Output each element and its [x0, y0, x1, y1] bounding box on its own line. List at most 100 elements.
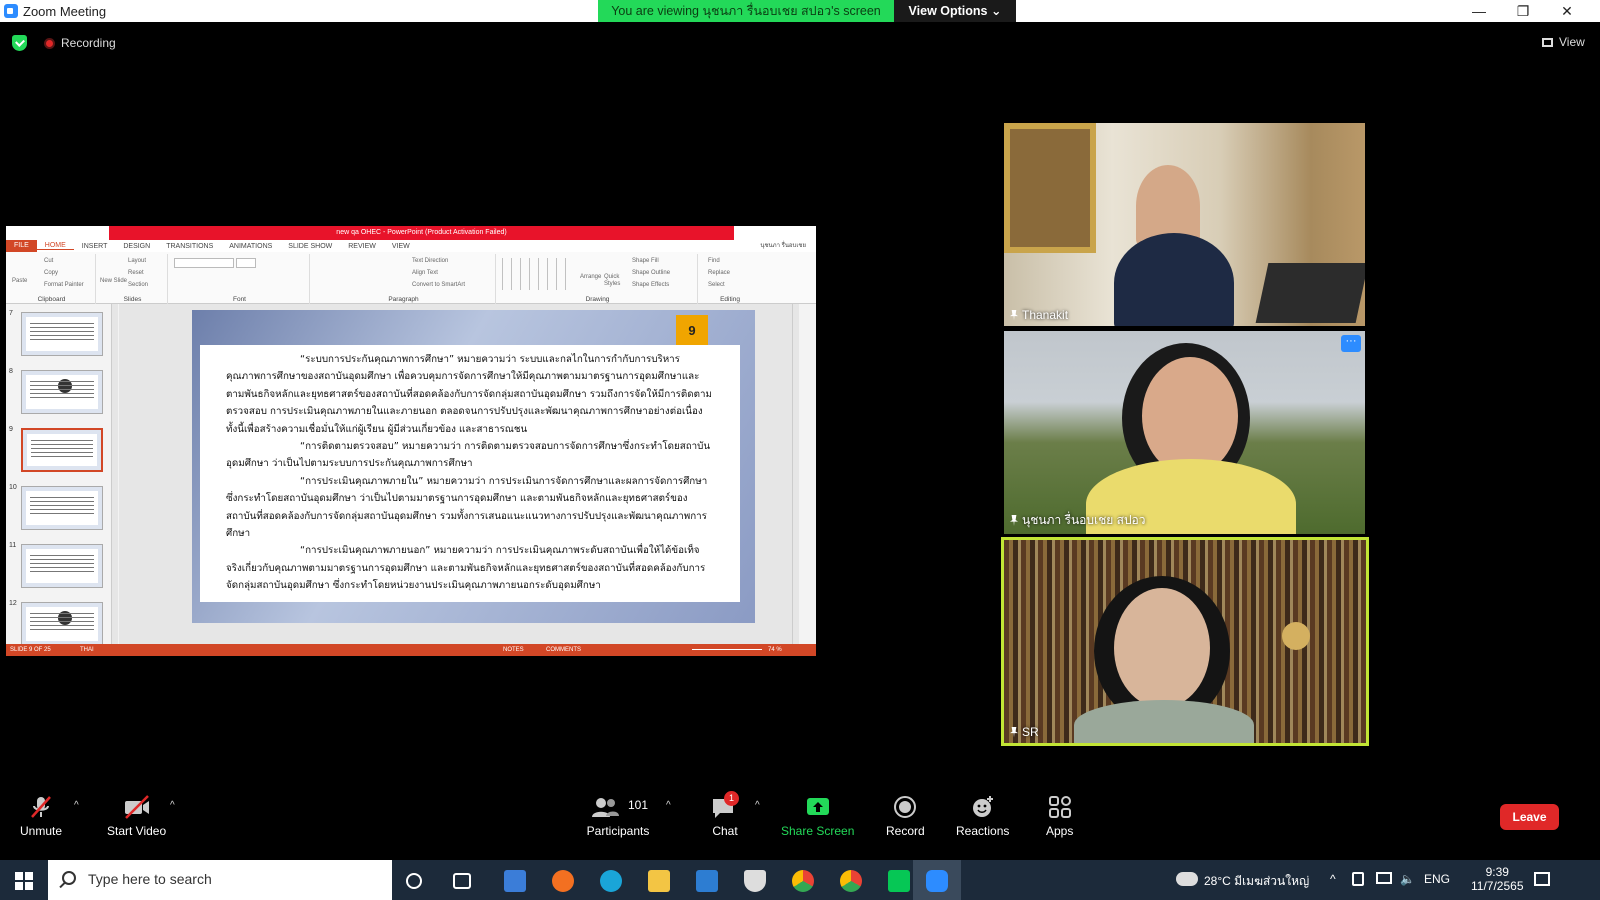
- clock[interactable]: 9:39 11/7/2565: [1471, 865, 1524, 893]
- paste-button[interactable]: Paste: [12, 278, 27, 284]
- firefox-icon[interactable]: [552, 870, 574, 892]
- ppt-tab-design[interactable]: DESIGN: [115, 243, 158, 250]
- windows-start-icon[interactable]: [15, 872, 33, 890]
- thumb-number: 8: [9, 368, 13, 375]
- taskbar-zoom-active[interactable]: [913, 860, 961, 900]
- shape-outline-button[interactable]: Shape Outline: [632, 270, 670, 276]
- cortana-icon[interactable]: [406, 873, 422, 889]
- align-text-button[interactable]: Align Text: [412, 270, 438, 276]
- reactions-button[interactable]: Reactions: [956, 794, 1009, 838]
- comments-button[interactable]: COMMENTS: [546, 644, 581, 656]
- text-direction-button[interactable]: Text Direction: [412, 258, 448, 264]
- thumbnail-scrollbar[interactable]: [111, 304, 118, 644]
- ppt-tab-animations[interactable]: ANIMATIONS: [221, 243, 280, 250]
- ribbon-group-slides: New Slide Layout Reset Section Slides: [98, 254, 168, 304]
- more-options-icon[interactable]: ···: [1341, 335, 1361, 352]
- ppt-tab-insert[interactable]: INSERT: [74, 243, 116, 250]
- current-slide[interactable]: 9 “ระบบการประกันคุณภาพการศึกษา” หมายความ…: [192, 310, 755, 623]
- network-icon[interactable]: [1376, 872, 1392, 884]
- participant-body: [1074, 700, 1254, 743]
- laptop: [1255, 263, 1365, 323]
- video-tile-presenter[interactable]: ··· นุชนภา รื่นอบเชย สปอว: [1004, 331, 1365, 534]
- view-layout-button[interactable]: View: [1542, 35, 1585, 49]
- shape-fill-button[interactable]: Shape Fill: [632, 258, 659, 264]
- reset-button[interactable]: Reset: [128, 270, 144, 276]
- zoom-level[interactable]: 74 %: [768, 644, 782, 656]
- chrome-icon[interactable]: [792, 870, 814, 892]
- minimize-button[interactable]: —: [1456, 1, 1502, 21]
- ppt-tab-file[interactable]: FILE: [6, 240, 37, 252]
- select-button[interactable]: Select: [708, 282, 725, 288]
- ppt-tab-review[interactable]: REVIEW: [340, 243, 384, 250]
- apps-button[interactable]: Apps: [1046, 794, 1073, 838]
- microsoft-store-icon[interactable]: [504, 870, 526, 892]
- security-shield-icon[interactable]: [744, 870, 766, 892]
- participants-button[interactable]: 101 Participants: [586, 794, 650, 838]
- unmute-button[interactable]: Unmute: [20, 794, 62, 838]
- format-painter-button[interactable]: Format Painter: [44, 282, 84, 288]
- leave-button[interactable]: Leave: [1500, 804, 1559, 830]
- view-options-button[interactable]: View Options ⌄: [894, 0, 1016, 22]
- ppt-tab-view[interactable]: VIEW: [384, 243, 418, 250]
- chrome-profile-icon[interactable]: [840, 870, 862, 892]
- copy-button[interactable]: Copy: [44, 270, 58, 276]
- recording-indicator[interactable]: Recording: [44, 36, 116, 50]
- record-button[interactable]: Record: [886, 794, 925, 838]
- slide-thumbnail-12[interactable]: [21, 602, 103, 646]
- chat-button[interactable]: 1 Chat: [710, 791, 740, 838]
- find-button[interactable]: Find: [708, 258, 720, 264]
- audio-options-caret[interactable]: ^: [74, 800, 79, 811]
- ppt-tab-home[interactable]: HOME: [36, 242, 74, 250]
- slide-editing-area[interactable]: 9 “ระบบการประกันคุณภาพการศึกษา” หมายความ…: [119, 304, 799, 644]
- weather-cloud-icon[interactable]: [1176, 872, 1198, 886]
- slide-thumbnail-8[interactable]: [21, 370, 103, 414]
- encryption-shield-icon[interactable]: [12, 35, 27, 51]
- zoom-slider[interactable]: [692, 649, 762, 650]
- slide-text-box[interactable]: “ระบบการประกันคุณภาพการศึกษา” หมายความว่…: [200, 345, 740, 602]
- mail-icon[interactable]: [696, 870, 718, 892]
- shared-screen-powerpoint: new qa OHEC - PowerPoint (Product Activa…: [6, 226, 816, 656]
- notes-button[interactable]: NOTES: [503, 644, 524, 656]
- new-slide-button[interactable]: New Slide: [100, 278, 127, 284]
- section-button[interactable]: Section: [128, 282, 148, 288]
- share-screen-button[interactable]: Share Screen: [781, 794, 854, 838]
- arrange-button[interactable]: Arrange: [580, 274, 601, 280]
- font-name-box[interactable]: [174, 258, 234, 268]
- start-video-button[interactable]: Start Video: [107, 794, 166, 838]
- task-view-icon[interactable]: [453, 873, 471, 889]
- slide-thumbnail-11[interactable]: [21, 544, 103, 588]
- replace-button[interactable]: Replace: [708, 270, 730, 276]
- edge-icon[interactable]: [600, 870, 622, 892]
- slide-thumbnail-9[interactable]: [21, 428, 103, 472]
- slide-thumbnail-7[interactable]: [21, 312, 103, 356]
- video-tile-thanakit[interactable]: Thanakit: [1004, 123, 1365, 326]
- video-options-caret[interactable]: ^: [170, 800, 175, 811]
- participants-caret[interactable]: ^: [666, 800, 671, 811]
- device-icon[interactable]: [1352, 872, 1364, 886]
- line-app-icon[interactable]: [888, 870, 910, 892]
- shape-effects-button[interactable]: Shape Effects: [632, 282, 669, 288]
- weather-text[interactable]: 28°C มีเมฆส่วนใหญ่: [1204, 872, 1309, 891]
- quick-styles-button[interactable]: Quick Styles: [604, 274, 626, 288]
- ppt-tab-slideshow[interactable]: SLIDE SHOW: [280, 243, 340, 250]
- taskbar-search-box[interactable]: Type here to search: [48, 860, 392, 900]
- cut-button[interactable]: Cut: [44, 258, 53, 264]
- file-explorer-icon[interactable]: [648, 870, 670, 892]
- font-size-box[interactable]: [236, 258, 256, 268]
- shapes-gallery[interactable]: [502, 258, 574, 290]
- input-language[interactable]: ENG: [1424, 872, 1450, 886]
- show-hidden-icons[interactable]: ^: [1330, 872, 1336, 886]
- volume-icon[interactable]: 🔈: [1400, 872, 1415, 886]
- slide-thumbnail-pane[interactable]: 7 8 9 10 11 12: [6, 304, 118, 646]
- close-button[interactable]: ✕: [1544, 1, 1590, 21]
- chat-caret[interactable]: ^: [755, 800, 760, 811]
- layout-button[interactable]: Layout: [128, 258, 146, 264]
- ppt-tab-transitions[interactable]: TRANSITIONS: [158, 243, 221, 250]
- slide-thumbnail-10[interactable]: [21, 486, 103, 530]
- video-tile-sr-active-speaker[interactable]: SR: [1001, 537, 1369, 746]
- slide-scrollbar[interactable]: [792, 304, 799, 644]
- notifications-icon[interactable]: [1534, 872, 1550, 886]
- proofing-language[interactable]: THAI: [80, 644, 94, 656]
- convert-smartart-button[interactable]: Convert to SmartArt: [412, 282, 465, 288]
- restore-button[interactable]: ❐: [1500, 1, 1546, 21]
